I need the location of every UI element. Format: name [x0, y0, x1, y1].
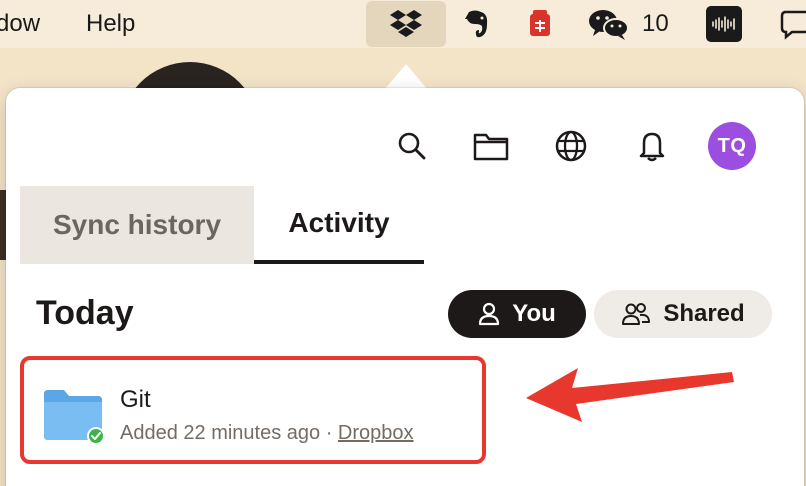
bell-icon — [639, 132, 665, 162]
section-title: Today — [36, 294, 134, 332]
audio-tray-icon[interactable] — [704, 0, 744, 48]
dropbox-icon — [390, 10, 422, 37]
item-meta: Added 22 minutes ago · Dropbox — [120, 422, 414, 445]
note-app-icon — [530, 10, 550, 36]
menu-bar: dow Help 10 — [0, 0, 806, 48]
filter-shared-button[interactable]: Shared — [594, 290, 772, 338]
filter-you-button[interactable]: You — [448, 290, 586, 338]
search-button[interactable] — [392, 126, 432, 166]
evernote-tray-icon[interactable] — [456, 0, 496, 48]
tab-sync-history[interactable]: Sync history — [20, 186, 254, 264]
popup-caret — [384, 64, 428, 90]
item-name: Git — [120, 386, 151, 413]
wechat-icon — [589, 10, 629, 40]
notifications-button[interactable] — [632, 126, 672, 166]
folder-icon — [473, 133, 509, 161]
wechat-unread-count: 10 — [642, 10, 669, 37]
evernote-icon — [465, 10, 488, 38]
person-icon — [479, 302, 500, 326]
folder-button[interactable] — [471, 126, 511, 166]
chat-tray-icon[interactable] — [774, 0, 806, 48]
folder-synced-icon — [44, 390, 105, 445]
globe-icon — [555, 130, 587, 162]
people-icon — [622, 303, 651, 325]
item-meta-text: Added 22 minutes ago · — [120, 422, 338, 444]
wechat-tray-icon[interactable] — [584, 0, 634, 48]
filter-shared-label: Shared — [663, 300, 745, 327]
audio-icon — [706, 6, 742, 42]
annotation-arrow — [526, 368, 734, 422]
search-icon — [398, 132, 426, 160]
tab-activity[interactable]: Activity — [254, 186, 424, 264]
filter-you-label: You — [512, 300, 556, 327]
avatar[interactable]: TQ — [708, 122, 756, 170]
item-location-link[interactable]: Dropbox — [338, 422, 414, 444]
dropbox-tray-icon[interactable] — [366, 1, 446, 47]
note-app-tray-icon[interactable] — [520, 0, 560, 48]
globe-button[interactable] — [551, 126, 591, 166]
menu-help[interactable]: Help — [86, 10, 135, 38]
chat-icon — [780, 10, 806, 40]
menu-window[interactable]: dow — [0, 10, 40, 38]
